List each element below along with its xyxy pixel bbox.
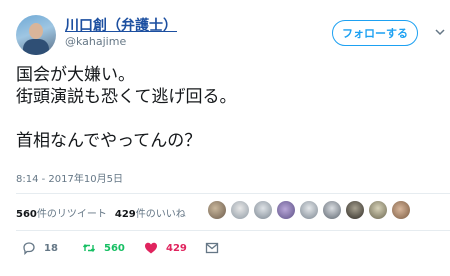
display-name[interactable]: 川口創（弁護士） [65, 15, 177, 35]
divider [16, 230, 450, 231]
tweet-line-3: 首相なんでやってんの？ [16, 131, 202, 151]
tweet-text: 国会が大嫌い。 街頭演説も恐くて逃げ回る。 首相なんでやってんの？ [16, 64, 237, 152]
like-button[interactable]: 429 [144, 240, 187, 256]
avatar[interactable] [16, 15, 56, 55]
liker-avatar[interactable] [208, 201, 226, 219]
divider [16, 193, 450, 194]
retweets-label[interactable]: 件のリツイート [37, 209, 107, 220]
liker-avatar[interactable] [369, 201, 387, 219]
liker-avatar[interactable] [300, 201, 318, 219]
tweet-timestamp[interactable]: 8:14 - 2017年10月5日 [16, 170, 123, 185]
likes-label[interactable]: 件のいいね [136, 209, 186, 220]
dm-icon [205, 242, 219, 254]
retweet-count: 560 [104, 242, 125, 254]
retweets-count[interactable]: 560 [16, 209, 37, 220]
direct-message-button[interactable] [205, 240, 227, 256]
tweet-line-2: 街頭演説も恐くて逃げ回る。 [16, 87, 237, 107]
liker-avatar[interactable] [346, 201, 364, 219]
user-handle: @kahajime [65, 35, 127, 48]
liker-avatar[interactable] [323, 201, 341, 219]
liker-avatar[interactable] [254, 201, 272, 219]
follow-button[interactable]: フォローする [332, 20, 418, 46]
like-count: 429 [166, 242, 187, 254]
retweet-icon [82, 243, 96, 253]
avatar-body [23, 39, 49, 55]
reply-icon [23, 242, 35, 255]
retweet-button[interactable]: 560 [82, 240, 125, 256]
liker-avatar[interactable] [277, 201, 295, 219]
engagement-stats: 560件のリツイート 429件のいいね [16, 205, 186, 220]
heart-icon [145, 242, 157, 254]
likes-count[interactable]: 429 [115, 209, 136, 220]
avatar-head [29, 23, 43, 39]
tweet-line-1: 国会が大嫌い。 [16, 65, 135, 85]
liker-avatar[interactable] [392, 201, 410, 219]
liker-avatar[interactable] [231, 201, 249, 219]
chevron-down-icon[interactable] [433, 25, 447, 39]
reply-count: 18 [44, 242, 58, 254]
reply-button[interactable]: 18 [22, 240, 58, 256]
